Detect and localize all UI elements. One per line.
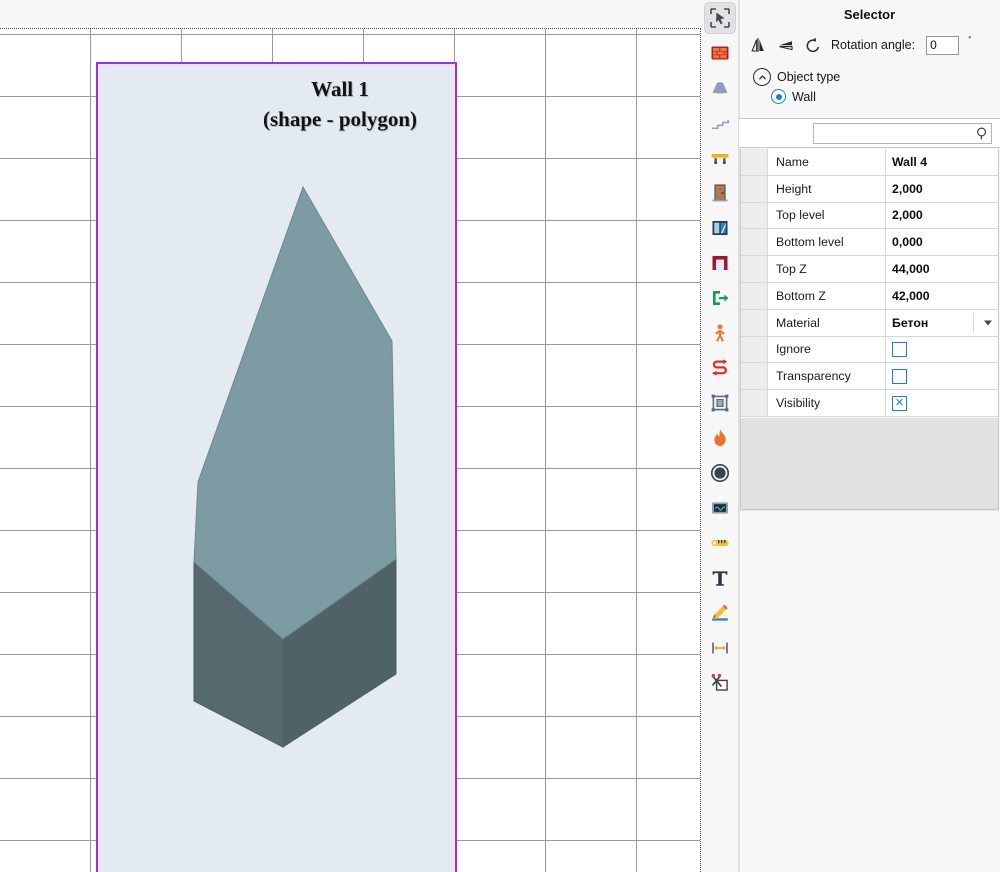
property-grid-empty-area: [740, 418, 999, 510]
property-checkbox[interactable]: [892, 369, 907, 384]
search-box[interactable]: [813, 123, 992, 144]
search-icon[interactable]: [975, 126, 990, 141]
property-value[interactable]: [886, 363, 998, 389]
rotation-angle-input[interactable]: [926, 36, 959, 55]
property-value[interactable]: [886, 337, 998, 363]
property-row-gutter: [741, 310, 768, 336]
mirror-horizontal-icon[interactable]: [749, 35, 769, 55]
property-row-gutter: [741, 337, 768, 363]
property-row[interactable]: Ignore: [741, 337, 998, 364]
property-name: Name: [768, 149, 886, 175]
sprinkler-tool[interactable]: [704, 457, 736, 489]
property-name: Top level: [768, 203, 886, 229]
property-row[interactable]: Top Z44,000: [741, 256, 998, 283]
roof-tool[interactable]: [704, 72, 736, 104]
chevron-up-icon[interactable]: [753, 68, 771, 86]
property-name: Transparency: [768, 363, 886, 389]
property-value[interactable]: 2,000: [886, 203, 998, 229]
door-tool[interactable]: [704, 177, 736, 209]
selector-tool[interactable]: [704, 2, 736, 34]
mirror-vertical-icon[interactable]: [776, 35, 796, 55]
property-name: Bottom level: [768, 229, 886, 255]
shape-label: Wall 1 (shape - polygon): [130, 75, 550, 135]
zone-tool[interactable]: [704, 387, 736, 419]
property-value[interactable]: Бетон: [886, 310, 998, 336]
panel-title: Selector: [739, 0, 1000, 30]
search-row: [739, 118, 1000, 148]
property-row-gutter: [741, 149, 768, 175]
shape-top-face: [194, 187, 396, 639]
properties-panel: Selector Rotati: [739, 0, 1000, 872]
property-value[interactable]: 0,000: [886, 229, 998, 255]
pencil-tool[interactable]: [704, 597, 736, 629]
wall-polygon-shape[interactable]: [0, 29, 701, 872]
property-value[interactable]: 42,000: [886, 283, 998, 309]
radio-icon[interactable]: [771, 89, 786, 104]
property-row[interactable]: Top level2,000: [741, 203, 998, 230]
exit-tool[interactable]: [704, 282, 736, 314]
property-name: Ignore: [768, 337, 886, 363]
property-row-gutter: [741, 363, 768, 389]
rotation-angle-label: Rotation angle:: [831, 38, 915, 52]
path-tool[interactable]: [704, 352, 736, 384]
dropdown-separator: [973, 313, 974, 333]
property-grid[interactable]: NameWall 4Height2,000Top level2,000Botto…: [740, 149, 999, 417]
fire-tool[interactable]: [704, 422, 736, 454]
beam-tool[interactable]: [704, 142, 736, 174]
property-checkbox[interactable]: ✕: [892, 396, 907, 411]
property-checkbox[interactable]: [892, 342, 907, 357]
property-row[interactable]: Visibility ✕: [741, 390, 998, 417]
property-name: Bottom Z: [768, 283, 886, 309]
property-row[interactable]: Transparency: [741, 363, 998, 390]
property-value[interactable]: 2,000: [886, 176, 998, 202]
panel-divider: [740, 510, 999, 511]
person-tool[interactable]: [704, 317, 736, 349]
property-row-gutter: [741, 256, 768, 282]
canvas-viewport[interactable]: Wall 1 (shape - polygon): [0, 28, 701, 872]
property-row-gutter: [741, 203, 768, 229]
property-row[interactable]: NameWall 4: [741, 149, 998, 176]
property-row-gutter: [741, 229, 768, 255]
property-name: Top Z: [768, 256, 886, 282]
opening-tool[interactable]: [704, 247, 736, 279]
application-window: Wall 1 (shape - polygon): [0, 0, 1000, 872]
ruler-tool[interactable]: [704, 527, 736, 559]
dimension-tool[interactable]: [704, 632, 736, 664]
property-value[interactable]: 44,000: [886, 256, 998, 282]
wall-tool[interactable]: [704, 37, 736, 69]
property-value[interactable]: Wall 4: [886, 149, 998, 175]
drawing-canvas[interactable]: Wall 1 (shape - polygon): [0, 0, 701, 872]
property-value[interactable]: ✕: [886, 390, 998, 416]
window-tool[interactable]: [704, 212, 736, 244]
property-name: Visibility: [768, 390, 886, 416]
object-type-label: Object type: [777, 70, 840, 84]
transform-toolbar[interactable]: Rotation angle: °: [739, 30, 1000, 60]
detector-tool[interactable]: [704, 492, 736, 524]
text-tool[interactable]: [704, 562, 736, 594]
stairs-tool[interactable]: [704, 107, 736, 139]
search-input[interactable]: [814, 124, 975, 143]
degree-symbol: °: [968, 35, 971, 44]
rotate-icon[interactable]: [803, 35, 823, 55]
object-type-radio-wall[interactable]: Wall: [739, 86, 1000, 104]
property-row[interactable]: MaterialБетон: [741, 310, 998, 337]
tool-palette[interactable]: [701, 0, 739, 872]
property-row-gutter: [741, 283, 768, 309]
object-type-value: Wall: [792, 90, 816, 104]
object-type-section-header[interactable]: Object type: [739, 60, 1000, 86]
property-row-gutter: [741, 390, 768, 416]
property-row-gutter: [741, 176, 768, 202]
chevron-down-icon[interactable]: [984, 320, 992, 325]
cut-tool[interactable]: [704, 667, 736, 699]
property-row[interactable]: Height2,000: [741, 176, 998, 203]
property-name: Material: [768, 310, 886, 336]
property-name: Height: [768, 176, 886, 202]
canvas-top-strip: [0, 0, 701, 28]
property-row[interactable]: Bottom Z42,000: [741, 283, 998, 310]
property-row[interactable]: Bottom level0,000: [741, 229, 998, 256]
